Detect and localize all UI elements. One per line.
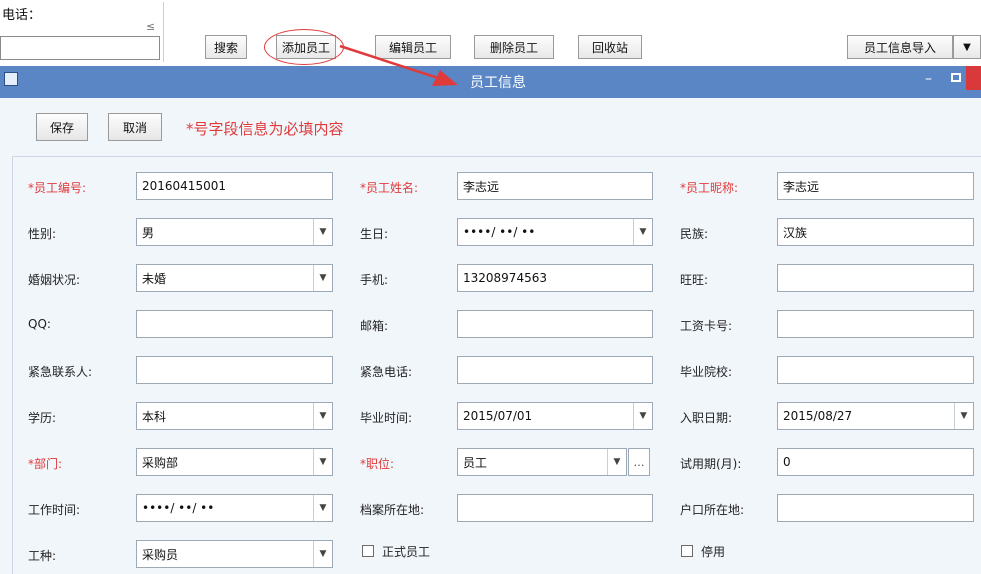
position-value: 员工: [463, 455, 488, 470]
birthday-label: 生日:: [360, 227, 389, 241]
disabled-checkbox[interactable]: [681, 545, 693, 557]
archive-place-input[interactable]: [457, 494, 653, 522]
work-time-value: ••••/ ••/ ••: [142, 501, 215, 515]
department-label: *部门:: [28, 457, 63, 471]
chevron-down-icon[interactable]: ▼: [313, 219, 332, 245]
chevron-down-icon[interactable]: ▼: [313, 265, 332, 291]
emp-nick-label: *员工昵称:: [680, 181, 739, 195]
emergency-contact-label: 紧急联系人:: [28, 365, 93, 379]
hire-date-picker[interactable]: 2015/08/27 ▼: [777, 402, 974, 430]
job-type-select[interactable]: 采购员 ▼: [136, 540, 333, 568]
cancel-button[interactable]: 取消: [108, 113, 162, 141]
hukou-place-input[interactable]: [777, 494, 974, 522]
emp-nick-input[interactable]: 李志远: [777, 172, 974, 200]
emp-name-input[interactable]: 李志远: [457, 172, 653, 200]
education-value: 本科: [142, 409, 167, 424]
nation-input[interactable]: 汉族: [777, 218, 974, 246]
hukou-place-label: 户口所在地:: [680, 503, 745, 517]
position-label: *职位:: [360, 457, 395, 471]
chevron-down-icon[interactable]: ▼: [313, 403, 332, 429]
emergency-phone-label: 紧急电话:: [360, 365, 413, 379]
required-note: *号字段信息为必填内容: [186, 120, 344, 138]
job-type-value: 采购员: [142, 547, 179, 562]
mobile-input[interactable]: 13208974563: [457, 264, 653, 292]
work-time-label: 工作时间:: [28, 503, 81, 517]
department-select[interactable]: 采购部 ▼: [136, 448, 333, 476]
gender-value: 男: [142, 225, 155, 240]
probation-input[interactable]: 0: [777, 448, 974, 476]
wangwang-label: 旺旺:: [680, 273, 709, 287]
email-label: 邮箱:: [360, 319, 389, 333]
position-more-button[interactable]: …: [628, 448, 650, 476]
school-input[interactable]: [777, 356, 974, 384]
form-frame: [12, 156, 13, 574]
wangwang-input[interactable]: [777, 264, 974, 292]
emergency-phone-input[interactable]: [457, 356, 653, 384]
hire-date-label: 入职日期:: [680, 411, 733, 425]
qq-label: QQ:: [28, 317, 51, 331]
nation-label: 民族:: [680, 227, 709, 241]
chevron-down-icon[interactable]: ▼: [313, 541, 332, 567]
emp-name-label: *员工姓名:: [360, 181, 419, 195]
birthday-value: ••••/ ••/ ••: [463, 225, 536, 239]
gender-label: 性别:: [28, 227, 57, 241]
grad-date-picker[interactable]: 2015/07/01 ▼: [457, 402, 653, 430]
chevron-down-icon[interactable]: ▼: [954, 403, 973, 429]
salary-card-input[interactable]: [777, 310, 974, 338]
email-input[interactable]: [457, 310, 653, 338]
chevron-down-icon[interactable]: ▼: [633, 219, 652, 245]
qq-input[interactable]: [136, 310, 333, 338]
marital-value: 未婚: [142, 271, 167, 286]
hire-date-value: 2015/08/27: [783, 409, 853, 423]
birthday-picker[interactable]: ••••/ ••/ •• ▼: [457, 218, 653, 246]
department-value: 采购部: [142, 455, 179, 470]
marital-label: 婚姻状况:: [28, 273, 81, 287]
save-button[interactable]: 保存: [36, 113, 88, 141]
job-type-label: 工种:: [28, 549, 57, 563]
education-select[interactable]: 本科 ▼: [136, 402, 333, 430]
gender-select[interactable]: 男 ▼: [136, 218, 333, 246]
emergency-contact-input[interactable]: [136, 356, 333, 384]
salary-card-label: 工资卡号:: [680, 319, 733, 333]
grad-date-value: 2015/07/01: [463, 409, 533, 423]
education-label: 学历:: [28, 411, 57, 425]
grad-date-label: 毕业时间:: [360, 411, 413, 425]
chevron-down-icon[interactable]: ▼: [607, 449, 626, 475]
mobile-label: 手机:: [360, 273, 389, 287]
work-time-picker[interactable]: ••••/ ••/ •• ▼: [136, 494, 333, 522]
disabled-label: 停用: [701, 545, 726, 559]
emp-no-label: *员工编号:: [28, 181, 87, 195]
position-select[interactable]: 员工 ▼: [457, 448, 627, 476]
formal-staff-label: 正式员工: [382, 545, 431, 559]
formal-staff-checkbox[interactable]: [362, 545, 374, 557]
school-label: 毕业院校:: [680, 365, 733, 379]
marital-select[interactable]: 未婚 ▼: [136, 264, 333, 292]
archive-place-label: 档案所在地:: [360, 503, 425, 517]
form-divider: [12, 156, 981, 157]
chevron-down-icon[interactable]: ▼: [313, 495, 332, 521]
probation-label: 试用期(月):: [680, 457, 742, 471]
emp-no-input[interactable]: 20160415001: [136, 172, 333, 200]
chevron-down-icon[interactable]: ▼: [313, 449, 332, 475]
chevron-down-icon[interactable]: ▼: [633, 403, 652, 429]
